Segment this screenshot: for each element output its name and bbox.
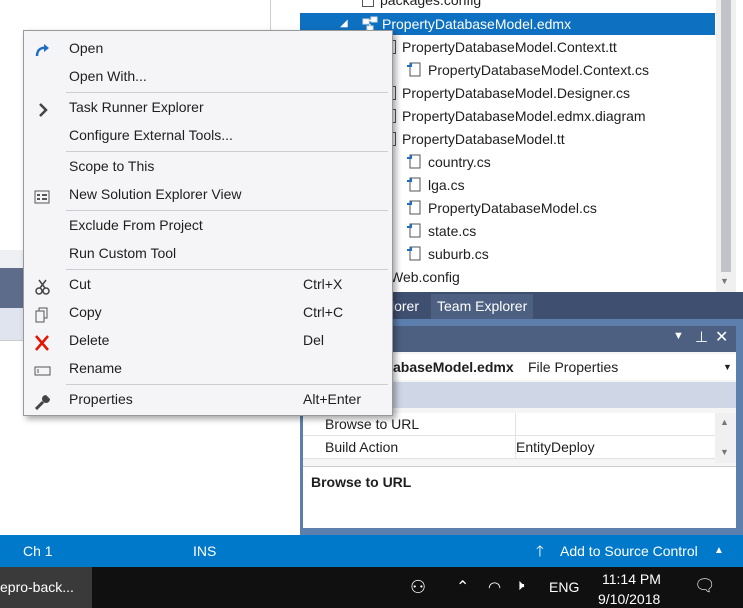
clock-time[interactable]: 11:14 PM xyxy=(602,571,661,587)
tree-item-state-cs[interactable]: state.cs xyxy=(406,220,476,242)
windows-taskbar: epro-back... ⚇ ⌃ ◠ 🕨 ENG 11:14 PM 9/10/2… xyxy=(0,567,743,608)
menu-item-cut[interactable]: Cut Ctrl+X xyxy=(24,270,392,298)
chevron-up-icon[interactable]: ⌃ xyxy=(456,577,469,597)
delete-x-icon xyxy=(34,332,52,351)
property-row[interactable]: Browse to URL xyxy=(303,413,715,436)
csharp-file-icon xyxy=(406,200,422,215)
solution-explorer-scrollbar[interactable]: ▼ xyxy=(716,0,736,292)
menu-item-exclude-from-project[interactable]: Exclude From Project xyxy=(24,211,392,239)
add-to-source-control-button[interactable]: Add to Source Control xyxy=(560,543,698,559)
menu-item-configure-external-tools[interactable]: Configure External Tools... xyxy=(24,121,392,149)
tab-team-explorer[interactable]: Team Explorer xyxy=(431,294,534,319)
menu-item-scope-to-this[interactable]: Scope to This xyxy=(24,152,392,180)
status-insert-mode: INS xyxy=(193,543,217,559)
menu-item-rename[interactable]: Rename xyxy=(24,354,392,382)
tree-item-lga-cs[interactable]: lga.cs xyxy=(406,174,465,196)
rename-icon xyxy=(34,360,52,376)
property-row[interactable]: Build Action EntityDeploy xyxy=(303,436,715,459)
dropdown-arrow-icon[interactable]: ▼ xyxy=(673,330,684,342)
chevron-down-icon[interactable]: ▼ xyxy=(723,354,732,380)
solution-view-icon xyxy=(34,186,52,204)
menu-item-properties[interactable]: Properties Alt+Enter xyxy=(24,385,392,413)
tree-item-model-tt[interactable]: PropertyDatabaseModel.tt xyxy=(384,128,565,150)
property-description: Browse to URL xyxy=(303,466,736,528)
tree-item-web-config[interactable]: Web.config xyxy=(390,266,460,288)
csharp-file-icon xyxy=(406,246,422,261)
tree-item-suburb-cs[interactable]: suburb.cs xyxy=(406,243,489,265)
menu-item-delete[interactable]: Delete Del xyxy=(24,326,392,354)
menu-item-copy[interactable]: Copy Ctrl+C xyxy=(24,298,392,326)
tree-item-context-tt[interactable]: PropertyDatabaseModel.Context.tt xyxy=(384,36,617,58)
tree-item-packages-config[interactable]: packages.config xyxy=(362,0,481,11)
arrow-up-icon[interactable]: 🡑 xyxy=(536,541,544,566)
tree-item-designer-cs[interactable]: PropertyDatabaseModel.Designer.cs xyxy=(384,82,630,104)
menu-item-new-solution-explorer-view[interactable]: New Solution Explorer View xyxy=(24,180,392,208)
scroll-down-arrow-icon[interactable]: ▼ xyxy=(720,276,729,286)
scrollbar-thumb[interactable] xyxy=(721,0,731,272)
caret-up-icon[interactable]: ▲ xyxy=(714,545,724,556)
open-redo-icon xyxy=(34,40,52,57)
context-menu: Open Open With... Task Runner Explorer C… xyxy=(23,30,393,416)
csharp-file-icon xyxy=(406,154,422,169)
tree-item-edmx-diagram[interactable]: PropertyDatabaseModel.edmx.diagram xyxy=(384,105,646,127)
people-icon[interactable]: ⚇ xyxy=(410,577,426,598)
menu-item-open[interactable]: Open xyxy=(24,34,392,62)
csharp-file-icon xyxy=(406,177,422,192)
taskbar-app-button[interactable]: epro-back... xyxy=(0,567,92,608)
pin-icon[interactable]: ⊥ xyxy=(695,328,708,346)
scroll-up-arrow-icon[interactable]: ▲ xyxy=(720,417,729,427)
status-bar: Ch 1 INS 🡑 Add to Source Control ▲ xyxy=(0,535,743,567)
menu-item-task-runner-explorer[interactable]: Task Runner Explorer xyxy=(24,93,392,121)
csharp-file-icon xyxy=(406,62,422,77)
close-icon[interactable]: ✕ xyxy=(715,327,728,347)
properties-scrollbar[interactable]: ▲ ▼ xyxy=(715,413,736,463)
clock-date[interactable]: 9/10/2018 xyxy=(598,591,660,607)
csharp-file-icon xyxy=(406,223,422,238)
menu-item-open-with[interactable]: Open With... xyxy=(24,62,392,90)
scroll-down-arrow-icon[interactable]: ▼ xyxy=(720,447,729,457)
status-column: Ch 1 xyxy=(23,543,53,559)
menu-item-run-custom-tool[interactable]: Run Custom Tool xyxy=(24,239,392,267)
copy-icon xyxy=(34,304,52,323)
tree-item-model-cs[interactable]: PropertyDatabaseModel.cs xyxy=(406,197,597,219)
volume-icon[interactable]: 🕨 xyxy=(515,577,524,594)
wrench-icon xyxy=(34,391,52,411)
scissors-icon xyxy=(34,276,52,295)
wifi-icon[interactable]: ◠ xyxy=(488,578,501,596)
config-file-icon xyxy=(362,0,374,7)
notifications-icon[interactable]: 🗨 xyxy=(694,576,716,596)
tree-item-context-cs[interactable]: PropertyDatabaseModel.Context.cs xyxy=(406,59,649,81)
language-indicator[interactable]: ENG xyxy=(549,579,579,595)
chevron-right-icon xyxy=(34,99,52,117)
tree-item-country-cs[interactable]: country.cs xyxy=(406,151,491,173)
